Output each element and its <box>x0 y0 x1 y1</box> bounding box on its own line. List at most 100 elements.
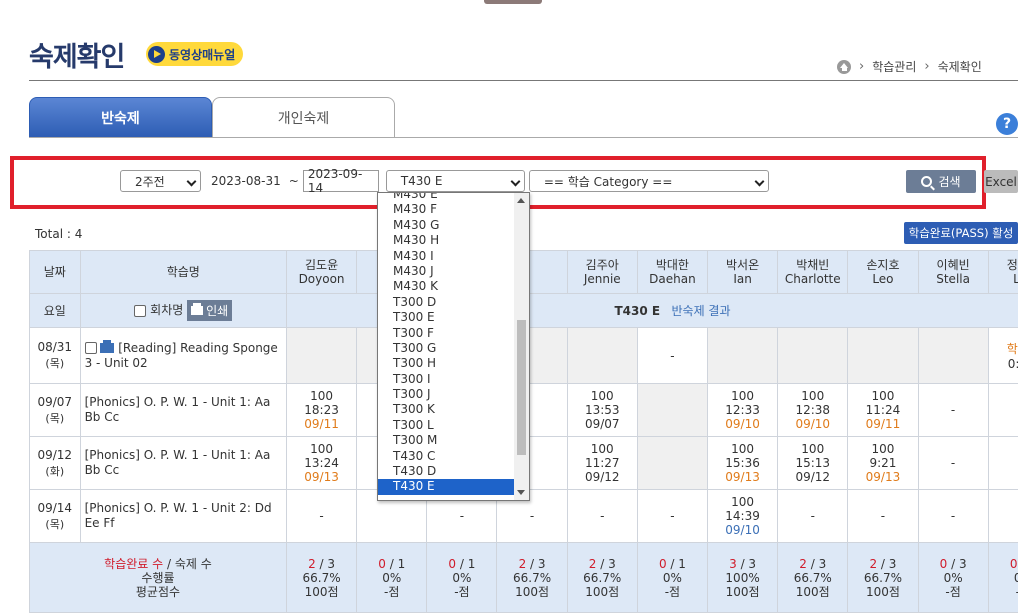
student-english-name: Charlotte <box>784 272 841 286</box>
dropdown-option[interactable]: T300 L <box>378 418 529 433</box>
dropdown-scrollbar[interactable] <box>514 193 529 500</box>
video-manual-button[interactable]: 동영상매뉴얼 <box>146 42 244 66</box>
date-from-input[interactable]: 2023-08-31 <box>207 170 285 192</box>
top-handle <box>484 0 542 4</box>
excel-button[interactable]: Excel <box>984 170 1018 193</box>
result-cell[interactable]: 100 18:23 09/11 <box>285 383 358 437</box>
result-cell[interactable]: - <box>566 489 638 543</box>
result-label: 반숙제 결과 <box>671 304 731 318</box>
result-cell[interactable]: 100 14:39 09/10 <box>706 489 779 543</box>
summary-total: 3 <box>327 556 336 571</box>
lesson-cell[interactable]: [Phonics] O. P. W. 1 - Unit 1: Aa Bb Cc <box>79 383 287 437</box>
tab-class-homework[interactable]: 반숙제 <box>29 97 212 138</box>
dropdown-option[interactable]: T430 D <box>378 464 529 479</box>
dropdown-option[interactable]: T300 K <box>378 402 529 417</box>
result-cell[interactable]: - <box>987 489 1018 543</box>
result-cell[interactable]: 학습중0:4✕ <box>987 327 1018 384</box>
help-icon[interactable]: ? <box>996 113 1018 135</box>
dropdown-option[interactable]: M430 E <box>378 193 529 202</box>
dropdown-option[interactable]: M430 F <box>378 202 529 217</box>
result-cell[interactable]: 100 13:53 09/07 <box>566 383 638 437</box>
round-name-header: 회차명 인쇄 <box>79 293 287 328</box>
summary-total: 3 <box>888 556 897 571</box>
result-line: - <box>319 509 324 523</box>
lesson-cell[interactable]: [Phonics] O. P. W. 1 - Unit 1: Aa Bb Cc <box>79 436 287 490</box>
class-dropdown-list[interactable]: M430 E M430 F M430 G M430 H M430 I M430 J M430… <box>377 192 530 501</box>
scroll-down-icon[interactable] <box>517 490 525 495</box>
result-cell[interactable]: - <box>285 489 358 543</box>
dropdown-option[interactable]: T300 J <box>378 387 529 402</box>
print-button[interactable]: 인쇄 <box>187 300 233 321</box>
result-cell[interactable]: - <box>987 436 1018 490</box>
date-to-input[interactable]: 2023-09-14 <box>302 167 379 195</box>
result-line: 09/11 <box>865 417 901 431</box>
scroll-thumb[interactable] <box>517 320 526 455</box>
dropdown-option[interactable]: M430 K <box>378 279 529 294</box>
result-cell[interactable]: 100 13:24 09/13 <box>285 436 358 490</box>
dropdown-option[interactable]: T300 M <box>378 433 529 448</box>
summary-total: 3 <box>818 556 827 571</box>
lesson-cell[interactable]: [Phonics] O. P. W. 1 - Unit 2: Dd Ee Ff <box>79 489 287 543</box>
result-cell[interactable]: 100 12:33 09/10 <box>706 383 779 437</box>
dropdown-option[interactable]: M430 J <box>378 264 529 279</box>
printer-icon[interactable] <box>100 340 115 353</box>
result-cell[interactable]: - <box>917 489 989 543</box>
summary-done: 0 <box>448 556 457 571</box>
result-cell[interactable]: - <box>917 436 989 490</box>
row-checkbox[interactable] <box>84 342 97 354</box>
result-cell[interactable]: - <box>777 489 849 543</box>
summary-rate: 66.7% <box>513 570 552 585</box>
result-cell[interactable]: 100 15:36 09/13 <box>706 436 779 490</box>
result-line: - <box>459 509 465 523</box>
dropdown-option[interactable]: T300 I <box>378 372 529 387</box>
summary-rate: 0% <box>452 570 472 585</box>
breadcrumb-item-study-management[interactable]: 학습관리 <box>872 58 916 75</box>
result-cell[interactable]: - <box>847 489 919 543</box>
result-cell[interactable] <box>636 436 709 490</box>
result-cell[interactable]: 100 15:13 09/12 <box>777 436 849 490</box>
dropdown-option[interactable]: T300 D <box>378 295 529 310</box>
dropdown-option[interactable]: T430 C <box>378 449 529 464</box>
pass-activate-button[interactable]: 학습완료(PASS) 활성 <box>904 222 1018 244</box>
dropdown-option[interactable]: T300 F <box>378 326 529 341</box>
result-cell[interactable]: 100 12:38 09/10 <box>777 383 849 437</box>
dropdown-option[interactable]: M430 H <box>378 233 529 248</box>
home-icon[interactable] <box>837 59 851 74</box>
summary-done: 3 <box>729 556 737 571</box>
summary-cell: 2 / 3 66.7% 100점 <box>285 542 358 613</box>
result-cell[interactable]: - <box>636 489 709 543</box>
tab-individual-homework[interactable]: 개인숙제 <box>212 97 395 138</box>
result-cell[interactable]: - <box>917 383 989 437</box>
student-korean-name: 박채빈 <box>796 258 830 272</box>
breadcrumb-item-homework-check[interactable]: 숙제확인 <box>938 58 982 75</box>
result-cell[interactable]: - <box>636 327 709 384</box>
search-button[interactable]: 검색 <box>906 170 976 193</box>
dropdown-option[interactable]: T430 E <box>378 479 529 495</box>
class-select[interactable]: T430 E <box>385 170 525 192</box>
result-cell[interactable] <box>285 327 358 384</box>
dropdown-option[interactable]: M430 G <box>378 218 529 233</box>
result-cell[interactable] <box>636 383 709 437</box>
summary-done: 0 <box>658 556 667 571</box>
result-cell[interactable] <box>777 327 849 384</box>
result-cell[interactable] <box>706 327 779 384</box>
dropdown-option[interactable]: M430 I <box>378 249 529 264</box>
dropdown-option[interactable]: T300 G <box>378 341 529 356</box>
select-all-checkbox[interactable] <box>134 304 147 317</box>
summary-total: 3 <box>958 556 967 571</box>
scroll-up-icon[interactable] <box>517 198 525 203</box>
dropdown-option[interactable]: T300 E <box>378 310 529 325</box>
result-cell[interactable] <box>847 327 919 384</box>
result-line: - <box>670 348 675 363</box>
result-cell[interactable] <box>917 327 989 384</box>
week-select[interactable]: 2주전 <box>120 170 201 192</box>
lesson-cell[interactable]: [Reading] Reading Sponge 3 - Unit 02 <box>79 327 287 384</box>
result-cell[interactable] <box>566 327 638 384</box>
category-select[interactable]: == 학습 Category == <box>528 170 769 192</box>
result-cell[interactable]: 100 9:21 09/13 <box>847 436 919 490</box>
result-cell[interactable]: - <box>987 383 1018 437</box>
result-cell[interactable]: 100 11:27 09/12 <box>566 436 638 490</box>
result-cell[interactable]: 100 11:24 09/11 <box>847 383 919 437</box>
dropdown-option[interactable]: T300 H <box>378 356 529 371</box>
col-header-day-label: 요일 <box>43 304 66 318</box>
